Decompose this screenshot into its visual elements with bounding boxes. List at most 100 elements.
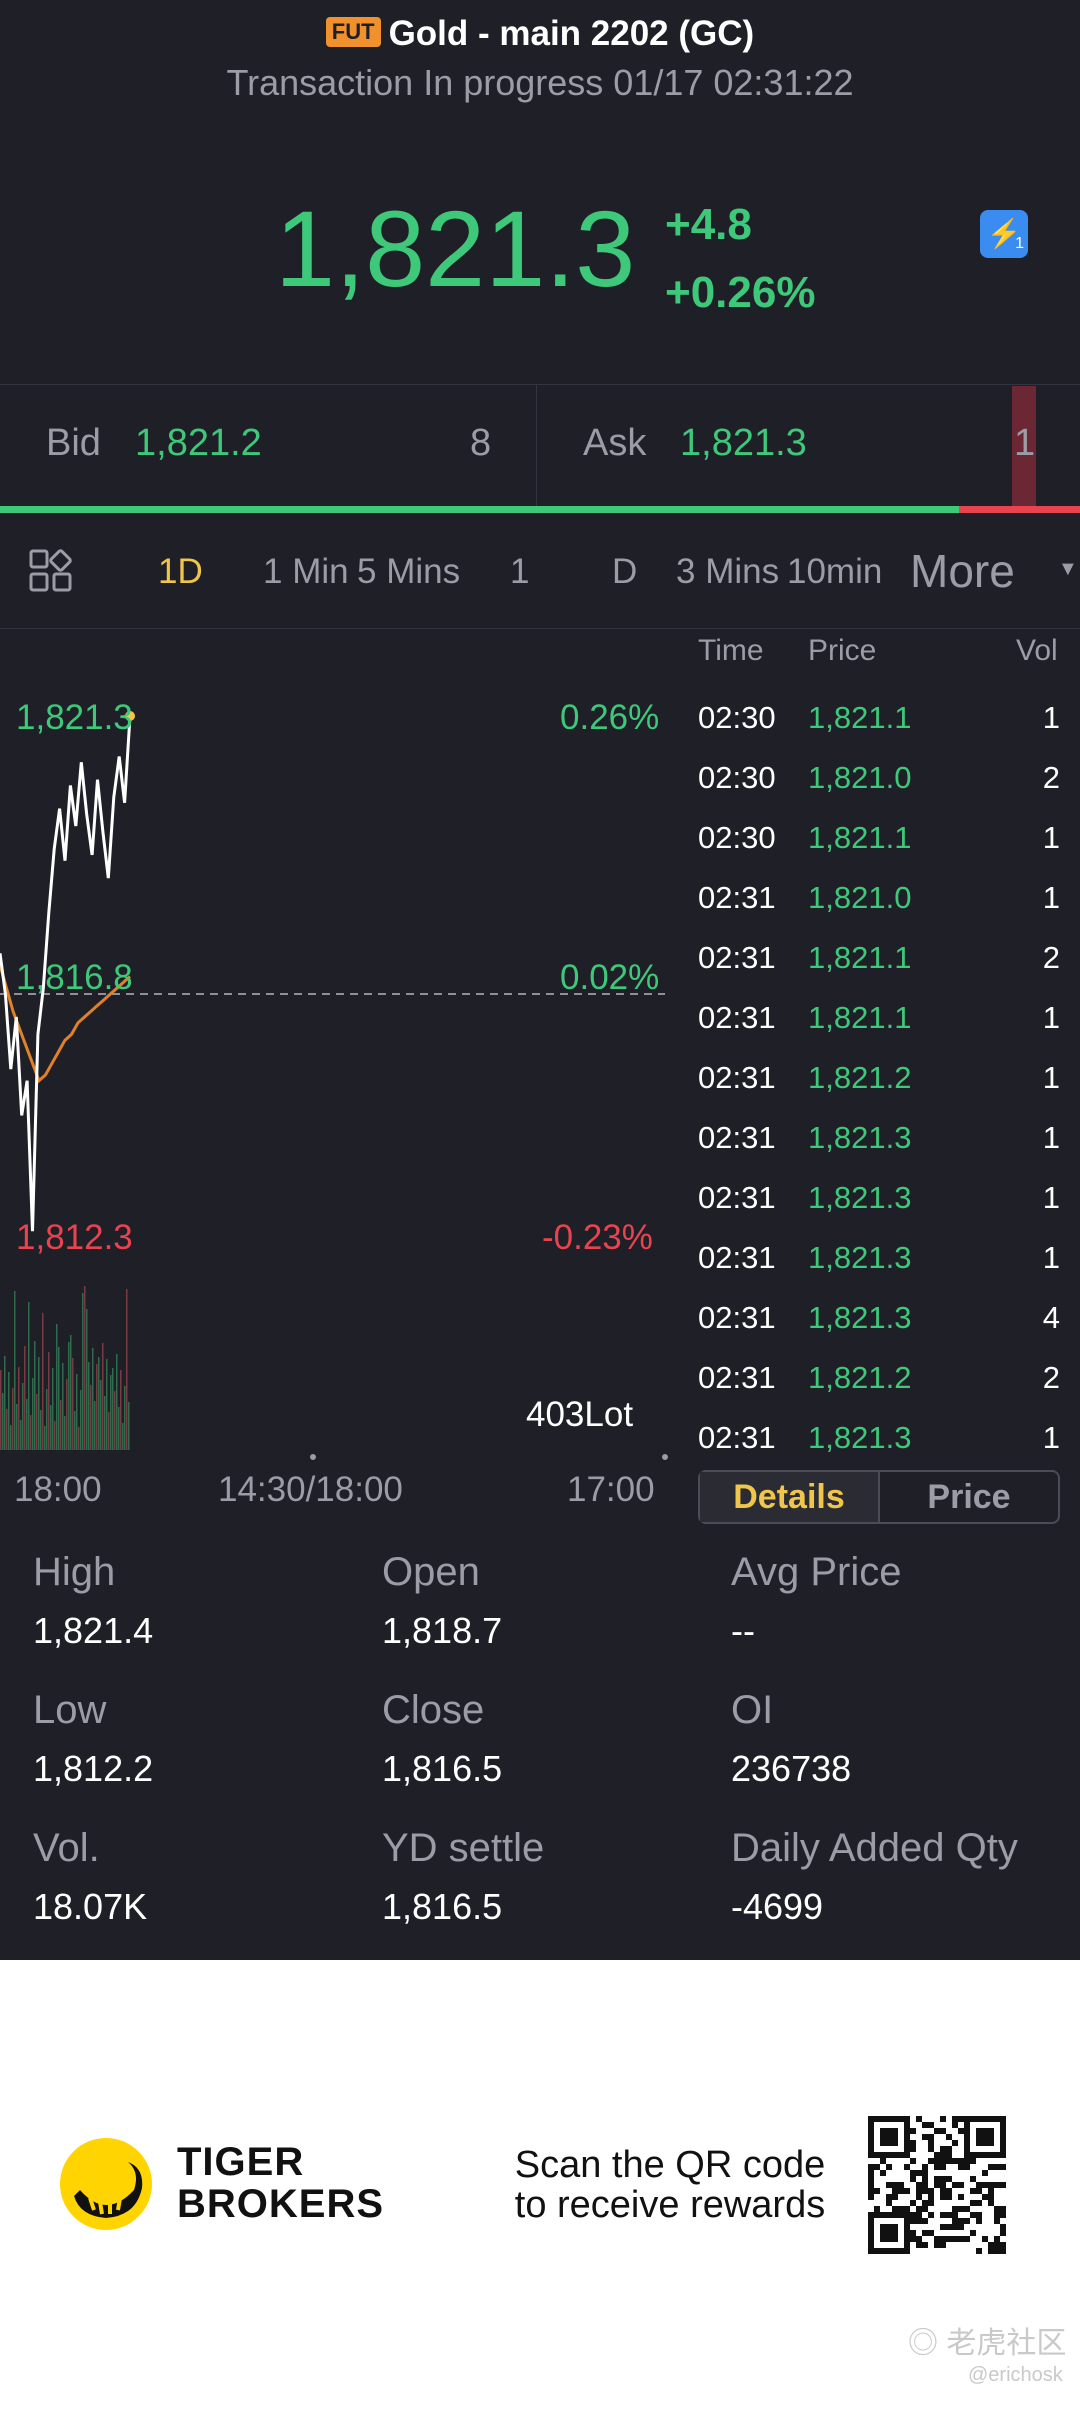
tab-5-mins[interactable]: 5 Mins	[357, 552, 460, 592]
volume-bars	[0, 1286, 130, 1450]
volume-bar	[112, 1368, 114, 1450]
trade-row: 02:31 1,821.1 2	[698, 940, 1060, 1000]
tab-price[interactable]: Price	[880, 1472, 1058, 1522]
stat-value: 1,812.2	[33, 1748, 154, 1789]
watermark-community-text: 老虎社区	[946, 2327, 1067, 2360]
volume-bar	[40, 1410, 42, 1450]
time-axis-right: 17:00	[567, 1470, 655, 1509]
flash-order-icon[interactable]: ⚡ 1	[980, 210, 1028, 258]
trading-status: Transaction In progress 01/17 02:31:22	[226, 62, 854, 103]
more-periods-button[interactable]: More	[910, 544, 1015, 598]
watermark-community: ◎ 老虎社区	[908, 2327, 1067, 2360]
chevron-down-icon[interactable]: ▼	[1058, 558, 1078, 581]
volume-bar	[78, 1427, 80, 1450]
chart-price-high: 1,821.3	[16, 698, 133, 737]
trade-volume: 4	[1042, 1300, 1060, 1335]
trade-volume: 1	[1042, 1180, 1060, 1215]
time-axis-left: 18:00	[14, 1470, 102, 1509]
trade-time: 02:30	[698, 820, 776, 855]
trade-time: 02:31	[698, 1000, 776, 1035]
bid-qty: 8	[470, 422, 492, 464]
volume-bar	[20, 1420, 22, 1450]
volume-bar	[114, 1391, 116, 1450]
intraday-chart[interactable]	[0, 630, 670, 1460]
volume-bar	[64, 1416, 66, 1450]
volume-bar	[18, 1367, 20, 1450]
volume-bar	[82, 1293, 84, 1450]
stat-label: High	[33, 1550, 116, 1594]
grid-layout-icon[interactable]	[29, 549, 73, 593]
trade-volume: 1	[1042, 820, 1060, 855]
volume-bar	[60, 1400, 62, 1450]
volume-bar	[10, 1425, 12, 1450]
tab-3-mins[interactable]: 3 Mins	[676, 552, 779, 592]
volume-bar	[0, 1370, 2, 1450]
bid-label: Bid	[46, 422, 101, 464]
trade-price: 1,821.0	[808, 880, 912, 915]
stat-label: Vol.	[33, 1826, 100, 1870]
volume-bar	[14, 1291, 16, 1450]
trade-row: 02:30 1,821.1 1	[698, 820, 1060, 880]
trades-header-price: Price	[808, 634, 877, 667]
scan-text-line1: Scan the QR code	[514, 2144, 826, 2186]
price-change: +4.8	[665, 200, 752, 249]
tab-1[interactable]: 1	[510, 552, 529, 592]
volume-bar	[52, 1368, 54, 1450]
volume-bar	[100, 1380, 102, 1450]
stat-value: -4699	[731, 1886, 824, 1927]
trade-time: 02:31	[698, 1060, 776, 1095]
volume-bar	[76, 1374, 78, 1450]
bid-ask-ratio-bar	[0, 506, 1080, 513]
volume-bar	[108, 1412, 110, 1450]
axis-dot-right	[662, 1454, 668, 1460]
trade-price: 1,821.3	[808, 1120, 912, 1155]
tab-1d[interactable]: 1D	[158, 552, 203, 592]
volume-bar	[58, 1347, 60, 1450]
trade-time: 02:31	[698, 1360, 776, 1395]
volume-bar	[68, 1342, 70, 1450]
tab-d[interactable]: D	[612, 552, 637, 592]
brand-name-line2: BROKERS	[177, 2182, 385, 2226]
volume-bar	[120, 1370, 122, 1450]
volume-lot-label: 403Lot	[526, 1395, 634, 1434]
volume-bar	[30, 1415, 32, 1450]
tab-10min[interactable]: 10min	[787, 552, 882, 592]
trade-price: 1,821.1	[808, 820, 912, 855]
price-change-percent: +0.26%	[665, 268, 816, 317]
volume-bar	[96, 1364, 98, 1450]
volume-bar	[6, 1409, 8, 1450]
trade-row: 02:30 1,821.0 2	[698, 760, 1060, 820]
trade-time: 02:31	[698, 880, 776, 915]
trade-time: 02:30	[698, 760, 776, 795]
volume-bar	[36, 1394, 38, 1450]
trade-time: 02:31	[698, 1240, 776, 1275]
chart-price-mid: 1,816.8	[16, 958, 133, 997]
volume-bar	[88, 1362, 90, 1450]
trade-price: 1,821.2	[808, 1060, 912, 1095]
tab-details[interactable]: Details	[700, 1472, 880, 1522]
chart-price-low: 1,812.3	[16, 1218, 133, 1257]
bid-price: 1,821.2	[135, 422, 262, 464]
volume-bar	[86, 1309, 88, 1450]
volume-bar	[48, 1352, 50, 1450]
volume-bar	[80, 1390, 82, 1450]
trade-row: 02:31 1,821.2 1	[698, 1060, 1060, 1120]
stat-label: Avg Price	[731, 1550, 902, 1594]
trades-segment-control: Details Price	[698, 1470, 1060, 1524]
stat-value: 1,821.4	[33, 1610, 154, 1651]
trade-row: 02:31 1,821.3 1	[698, 1180, 1060, 1240]
volume-bar	[98, 1357, 100, 1450]
volume-bar	[66, 1379, 68, 1450]
volume-bar	[8, 1372, 10, 1450]
volume-bar	[32, 1378, 34, 1450]
trade-volume: 1	[1042, 880, 1060, 915]
stat-value: 1,816.5	[382, 1748, 503, 1789]
trade-price: 1,821.3	[808, 1300, 912, 1335]
stat-value: 236738	[731, 1748, 852, 1789]
volume-bar	[56, 1324, 58, 1450]
chart-pct-high: 0.26%	[560, 698, 660, 737]
tab-1-min[interactable]: 1 Min	[263, 552, 349, 592]
trade-volume: 1	[1042, 700, 1060, 735]
volume-bar	[94, 1401, 96, 1450]
volume-bar	[116, 1354, 118, 1450]
